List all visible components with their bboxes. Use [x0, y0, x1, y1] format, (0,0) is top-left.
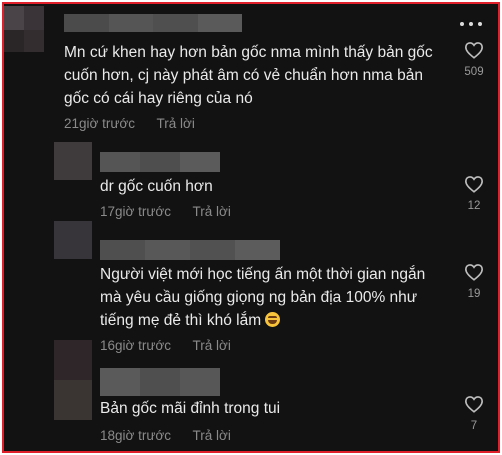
- comment-text-body: Người việt mới học tiếng ấn một thời gia…: [100, 266, 426, 329]
- like-count: 509: [464, 66, 484, 78]
- reply-button[interactable]: Trả lời: [193, 428, 231, 443]
- comment-meta: 21giờ trước Trả lời: [64, 116, 195, 131]
- username-blurred[interactable]: [100, 368, 220, 396]
- comment-meta: 17giờ trước Trả lời: [100, 204, 231, 219]
- comment-text: Người việt mới học tiếng ấn một thời gia…: [100, 263, 450, 332]
- avatar[interactable]: [4, 6, 44, 52]
- like-button[interactable]: 509: [459, 41, 489, 78]
- username-blurred[interactable]: [64, 14, 242, 32]
- like-button[interactable]: 19: [459, 263, 489, 300]
- heart-outline-icon: [464, 264, 484, 281]
- comments-panel: Mn cứ khen hay hơn bản gốc nma mình thấy…: [2, 2, 500, 453]
- comment-text: Mn cứ khen hay hơn bản gốc nma mình thấy…: [64, 44, 433, 107]
- comment-meta: 18giờ trước Trả lời: [100, 428, 231, 443]
- more-options-icon[interactable]: [460, 22, 482, 28]
- username-blurred[interactable]: [100, 240, 280, 260]
- username-blurred[interactable]: [100, 152, 220, 172]
- like-count: 7: [470, 420, 478, 432]
- comment-time: 16giờ trước: [100, 338, 172, 353]
- comment-meta: 16giờ trước Trả lời: [100, 338, 231, 353]
- reply-button[interactable]: Trả lời: [193, 204, 231, 219]
- comment-text: Bản gốc mãi đỉnh trong tui: [100, 400, 281, 417]
- reply-button[interactable]: Trả lời: [157, 116, 195, 131]
- comment-time: 21giờ trước: [64, 116, 136, 131]
- reply-button[interactable]: Trả lời: [193, 338, 231, 353]
- like-button[interactable]: 12: [459, 175, 489, 212]
- heart-outline-icon: [464, 42, 484, 59]
- comment-time: 17giờ trước: [100, 204, 172, 219]
- heart-outline-icon: [464, 176, 484, 193]
- avatar[interactable]: [54, 221, 92, 259]
- heart-outline-icon: [464, 396, 484, 413]
- avatar[interactable]: [54, 142, 92, 180]
- like-button[interactable]: 7: [459, 395, 489, 432]
- like-count: 19: [467, 288, 481, 300]
- grinning-sweat-emoji: [265, 312, 281, 327]
- like-count: 12: [467, 200, 481, 212]
- comment-text: dr gốc cuốn hơn: [100, 178, 213, 195]
- avatar[interactable]: [54, 340, 92, 420]
- comment-time: 18giờ trước: [100, 428, 172, 443]
